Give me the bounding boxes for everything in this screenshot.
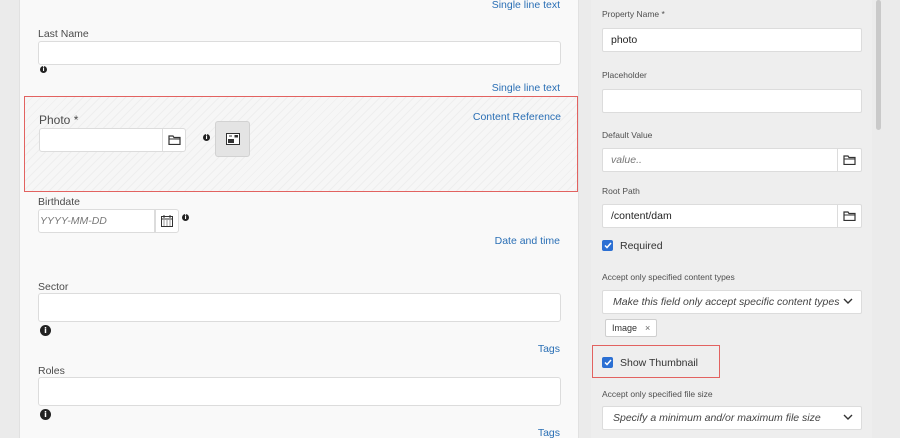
first-name-field-type[interactable]: Single line text: [492, 0, 560, 11]
photo-info-icon[interactable]: i: [203, 134, 210, 141]
birthdate-label: Birthdate: [38, 196, 81, 208]
image-placeholder-icon: [225, 133, 240, 145]
properties-scrollbar[interactable]: [876, 0, 881, 130]
calendar-icon: [161, 215, 173, 227]
last-name-input[interactable]: [38, 41, 561, 65]
folder-icon: [167, 135, 181, 145]
birthdate-info-icon[interactable]: i: [182, 214, 189, 221]
content-type-tag-label: Image: [612, 323, 638, 333]
root-path-browse-button[interactable]: [837, 204, 862, 228]
birthdate-input[interactable]: YYYY-MM-DD: [38, 209, 155, 233]
default-value-browse-button[interactable]: [837, 148, 862, 172]
last-name-field-type[interactable]: Single line text: [492, 82, 560, 94]
last-name-info-icon[interactable]: i: [40, 66, 47, 73]
roles-field-type[interactable]: Tags: [538, 427, 560, 438]
placeholder-input[interactable]: [602, 89, 862, 113]
show-thumbnail-label: Show Thumbnail: [620, 357, 699, 369]
sector-input[interactable]: [38, 293, 561, 322]
properties-panel: Property Name * photo Placeholder Defaul…: [591, 0, 872, 438]
sector-label: Sector: [38, 281, 69, 293]
file-size-select[interactable]: Specify a minimum and/or maximum file si…: [602, 406, 862, 430]
root-path-label: Root Path: [602, 186, 640, 196]
chevron-down-icon: [843, 298, 853, 304]
roles-label: Roles: [38, 365, 65, 377]
last-name-label: Last Name: [38, 28, 89, 40]
default-value-input[interactable]: value..: [602, 148, 838, 172]
roles-input[interactable]: [38, 377, 561, 406]
file-size-placeholder: Specify a minimum and/or maximum file si…: [613, 412, 821, 424]
folder-icon: [843, 211, 856, 221]
content-type-tag: Image ×: [605, 319, 658, 337]
tag-remove-icon[interactable]: ×: [645, 320, 650, 336]
photo-path-input[interactable]: [39, 128, 163, 152]
checkmark-icon: [603, 359, 612, 366]
content-types-label: Accept only specified content types: [602, 272, 735, 282]
birthdate-field-type[interactable]: Date and time: [495, 235, 560, 247]
default-value-label: Default Value: [602, 130, 653, 140]
folder-icon: [843, 155, 856, 165]
property-name-input[interactable]: photo: [602, 28, 862, 52]
form-canvas: Single line text Last Name i Single line…: [19, 0, 579, 438]
photo-browse-button[interactable]: [162, 128, 186, 152]
placeholder-label: Placeholder: [602, 70, 647, 80]
roles-info-icon[interactable]: i: [40, 409, 51, 420]
sector-info-icon[interactable]: i: [40, 325, 51, 336]
file-size-label: Accept only specified file size: [602, 389, 713, 399]
photo-thumbnail-preview: [215, 121, 250, 157]
checkmark-icon: [603, 242, 612, 249]
birthdate-calendar-button[interactable]: [155, 209, 179, 233]
show-thumbnail-checkbox[interactable]: [602, 357, 613, 368]
chevron-down-icon: [843, 414, 853, 420]
sector-field-type[interactable]: Tags: [538, 343, 560, 355]
required-checkbox[interactable]: [602, 240, 613, 251]
photo-field-selected[interactable]: Photo * Content Reference i: [24, 96, 578, 192]
content-types-select[interactable]: Make this field only accept specific con…: [602, 290, 862, 314]
root-path-input[interactable]: /content/dam: [602, 204, 838, 228]
property-name-label: Property Name *: [602, 9, 665, 19]
photo-label: Photo *: [39, 113, 79, 127]
photo-field-type[interactable]: Content Reference: [473, 111, 561, 123]
content-types-placeholder: Make this field only accept specific con…: [613, 296, 840, 308]
required-label: Required: [620, 240, 663, 252]
